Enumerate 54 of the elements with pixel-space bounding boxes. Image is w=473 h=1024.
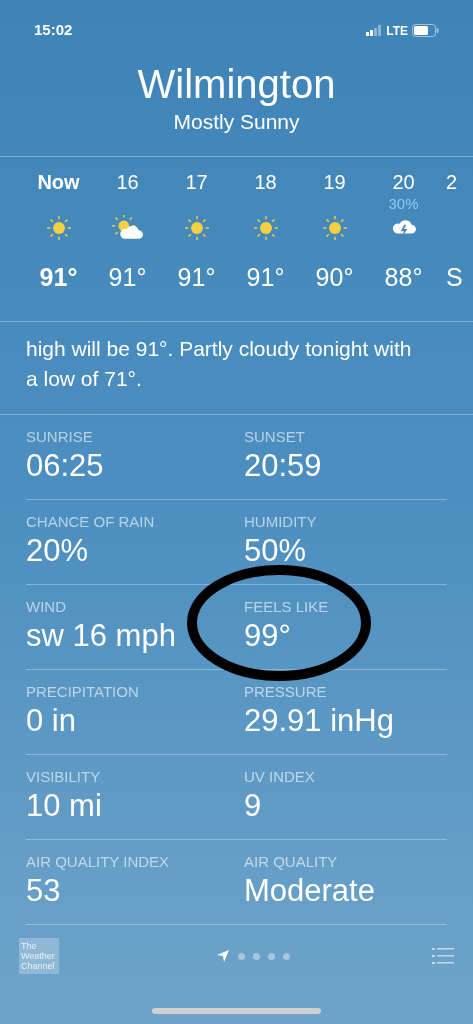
detail-label: HUMIDITY bbox=[244, 513, 317, 531]
sun-icon bbox=[183, 215, 210, 241]
condition-text: Mostly Sunny bbox=[173, 109, 300, 135]
detail-label: PRESSURE bbox=[244, 683, 327, 701]
forecast-summary: high will be 91°. Partly cloudy tonight with a low of 71°. bbox=[0, 322, 473, 415]
detail-label: SUNSET bbox=[244, 428, 305, 446]
hour-temperature: 88° bbox=[384, 262, 423, 293]
hour-label: 19 bbox=[323, 170, 346, 195]
detail-value: 06:25 bbox=[26, 447, 104, 485]
detail-label: WIND bbox=[26, 598, 66, 616]
detail-label: CHANCE OF RAIN bbox=[26, 513, 155, 531]
detail-value: 20% bbox=[26, 532, 89, 570]
hour-label: 2 bbox=[446, 170, 458, 195]
hour-temperature: 91° bbox=[246, 262, 285, 293]
sun-icon bbox=[45, 215, 72, 241]
detail-label: AIR QUALITY INDEX bbox=[26, 853, 170, 871]
detail-value: 29.91 inHg bbox=[244, 702, 394, 740]
detail-value: 10 mi bbox=[26, 787, 102, 825]
detail-value: 99° bbox=[244, 617, 291, 655]
weather-channel-logo[interactable]: The Weather Channel bbox=[19, 938, 59, 974]
sun-icon bbox=[321, 215, 348, 241]
list-icon[interactable] bbox=[432, 948, 454, 964]
signal-icon bbox=[366, 25, 383, 36]
detail-value: 50% bbox=[244, 532, 307, 570]
detail-value: 20:59 bbox=[244, 447, 322, 485]
hour-temperature: 90° bbox=[315, 262, 354, 293]
battery-icon bbox=[412, 24, 439, 37]
hour-temperature: S bbox=[446, 262, 463, 293]
location-arrow-icon[interactable] bbox=[215, 949, 230, 963]
detail-label: SUNRISE bbox=[26, 428, 93, 446]
hour-label: 17 bbox=[185, 170, 208, 195]
hour-temperature: 91° bbox=[177, 262, 216, 293]
detail-label: PRECIPITATION bbox=[26, 683, 139, 701]
detail-label: VISIBILITY bbox=[26, 768, 101, 786]
sun-icon bbox=[252, 215, 279, 241]
detail-label: UV INDEX bbox=[244, 768, 315, 786]
detail-value: 53 bbox=[26, 872, 61, 910]
precipitation-chance: 30% bbox=[388, 193, 419, 214]
city-name: Wilmington bbox=[137, 61, 336, 108]
detail-label: AIR QUALITY bbox=[244, 853, 338, 871]
detail-value: Moderate bbox=[244, 872, 375, 910]
hour-temperature: 91° bbox=[108, 262, 147, 293]
detail-label: FEELS LIKE bbox=[244, 598, 329, 616]
hour-label: Now bbox=[37, 170, 80, 195]
detail-value: sw 16 mph bbox=[26, 617, 176, 655]
status-time: 15:02 bbox=[34, 20, 73, 41]
detail-value: 9 bbox=[244, 787, 262, 825]
hour-label: 18 bbox=[254, 170, 277, 195]
network-label: LTE bbox=[386, 22, 408, 40]
hour-label: 20 bbox=[392, 170, 415, 195]
partly-cloudy-icon bbox=[111, 215, 144, 241]
hour-label: 16 bbox=[116, 170, 139, 195]
hour-temperature: 91° bbox=[39, 262, 78, 293]
detail-value: 0 in bbox=[26, 702, 76, 740]
